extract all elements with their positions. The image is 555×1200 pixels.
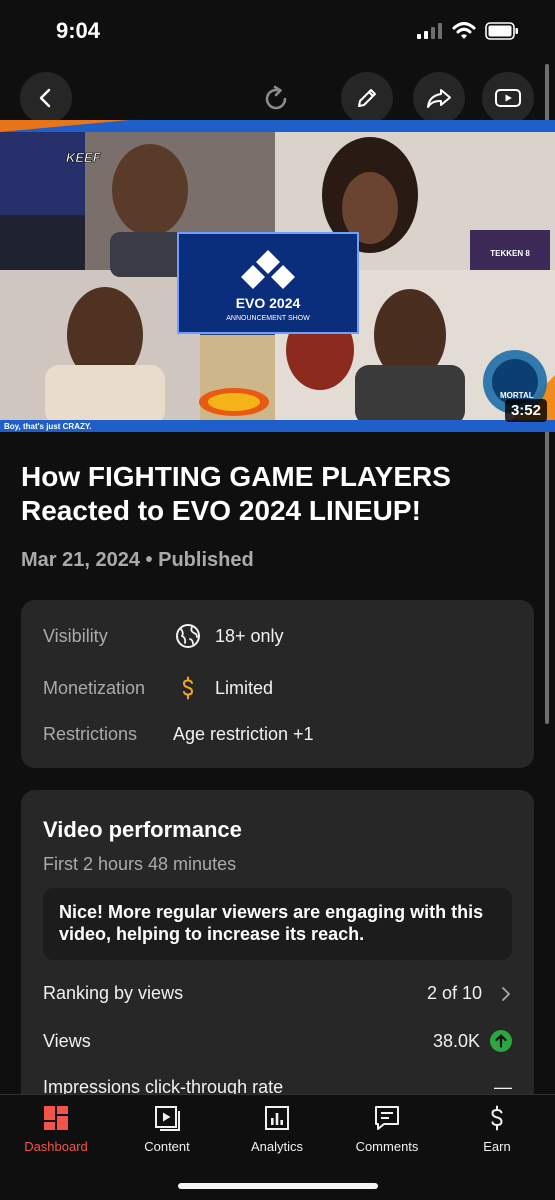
nav-dashboard[interactable]: Dashboard bbox=[6, 1103, 106, 1154]
status-icons bbox=[417, 22, 519, 40]
ranking-row[interactable]: Ranking by views 2 of 10 bbox=[43, 983, 512, 1004]
thumbnail-caption-text: Boy, that's just CRAZY. bbox=[4, 422, 92, 431]
tekken-text: TEKKEN 8 bbox=[490, 249, 530, 258]
monetization-label: Monetization bbox=[43, 677, 146, 698]
video-meta: Mar 21, 2024 • Published bbox=[21, 549, 254, 572]
analytics-icon bbox=[262, 1103, 292, 1133]
views-value: 38.0K bbox=[432, 1030, 480, 1051]
earn-icon bbox=[482, 1103, 512, 1133]
nav-content-label: Content bbox=[144, 1139, 190, 1154]
nav-content[interactable]: Content bbox=[117, 1103, 217, 1154]
top-toolbar bbox=[0, 72, 555, 124]
up-arrow-icon bbox=[490, 1030, 512, 1052]
battery-icon bbox=[485, 22, 518, 40]
views-row[interactable]: Views 38.0K bbox=[43, 1030, 512, 1052]
nav-comments[interactable]: Comments bbox=[337, 1103, 437, 1154]
nav-earn[interactable]: Earn bbox=[447, 1103, 547, 1154]
visibility-row[interactable]: Visibility 18+ only bbox=[43, 623, 284, 649]
duration-badge: 3:52 bbox=[504, 399, 547, 422]
chevron-right-icon bbox=[502, 986, 510, 1001]
comments-icon bbox=[372, 1103, 402, 1133]
view-on-youtube-button[interactable] bbox=[482, 72, 534, 124]
monetization-value: Limited bbox=[215, 677, 274, 698]
publish-status: Published bbox=[158, 549, 254, 571]
thumbnail-collage: EVO 2024 ANNOUNCEMENT SHOW KEEF TEKKEN 8… bbox=[0, 120, 555, 432]
dashboard-icon bbox=[41, 1103, 71, 1133]
back-button[interactable] bbox=[20, 72, 72, 124]
restrictions-label: Restrictions bbox=[43, 724, 138, 744]
nav-dashboard-label: Dashboard bbox=[24, 1139, 88, 1154]
video-performance-card: Video performance First 2 hours 48 minut… bbox=[21, 790, 534, 1120]
visibility-label: Visibility bbox=[43, 625, 108, 646]
refresh-icon bbox=[265, 85, 287, 110]
share-icon bbox=[427, 89, 451, 108]
ranking-value: 2 of 10 bbox=[426, 983, 482, 1003]
performance-title: Video performance bbox=[43, 817, 242, 842]
dollar-icon bbox=[175, 675, 201, 701]
share-button[interactable] bbox=[413, 72, 465, 124]
cellular-signal-icon bbox=[417, 23, 442, 39]
video-details-card[interactable]: Visibility 18+ only Monetization Limited… bbox=[21, 600, 534, 768]
wifi-icon bbox=[452, 22, 476, 39]
meta-separator: • bbox=[145, 549, 153, 571]
back-icon bbox=[39, 88, 51, 108]
content-icon bbox=[152, 1103, 182, 1133]
edit-icon bbox=[358, 89, 376, 107]
edit-button[interactable] bbox=[341, 72, 393, 124]
nav-analytics[interactable]: Analytics bbox=[227, 1103, 327, 1154]
publish-date: Mar 21, 2024 bbox=[21, 549, 140, 571]
nav-earn-label: Earn bbox=[483, 1139, 511, 1154]
video-thumbnail[interactable]: EVO 2024 ANNOUNCEMENT SHOW KEEF TEKKEN 8… bbox=[0, 120, 555, 432]
video-title: How FIGHTING GAME PLAYERS Reacted to EVO… bbox=[21, 461, 451, 526]
views-label: Views bbox=[43, 1030, 91, 1051]
refresh-button[interactable] bbox=[259, 82, 293, 116]
nav-analytics-label: Analytics bbox=[250, 1139, 304, 1154]
evo-title-text: EVO 2024 bbox=[236, 295, 301, 311]
monetization-row[interactable]: Monetization Limited bbox=[43, 675, 273, 701]
visibility-value: 18+ only bbox=[215, 625, 284, 646]
restrictions-value: Age restriction +1 bbox=[173, 724, 314, 744]
keef-text: KEEF bbox=[66, 150, 102, 165]
performance-notice: Nice! More regular viewers are engaging … bbox=[43, 888, 512, 960]
status-time: 9:04 bbox=[56, 18, 101, 43]
youtube-icon bbox=[495, 89, 521, 107]
nav-comments-label: Comments bbox=[355, 1139, 419, 1154]
globe-icon bbox=[175, 623, 201, 649]
home-indicator[interactable] bbox=[178, 1183, 378, 1189]
performance-subtitle: First 2 hours 48 minutes bbox=[43, 854, 237, 874]
evo-subtitle-text: ANNOUNCEMENT SHOW bbox=[226, 315, 310, 322]
ranking-label: Ranking by views bbox=[43, 983, 184, 1003]
status-bar: 9:04 bbox=[0, 0, 555, 64]
restrictions-row[interactable]: Restrictions Age restriction +1 bbox=[43, 724, 314, 745]
